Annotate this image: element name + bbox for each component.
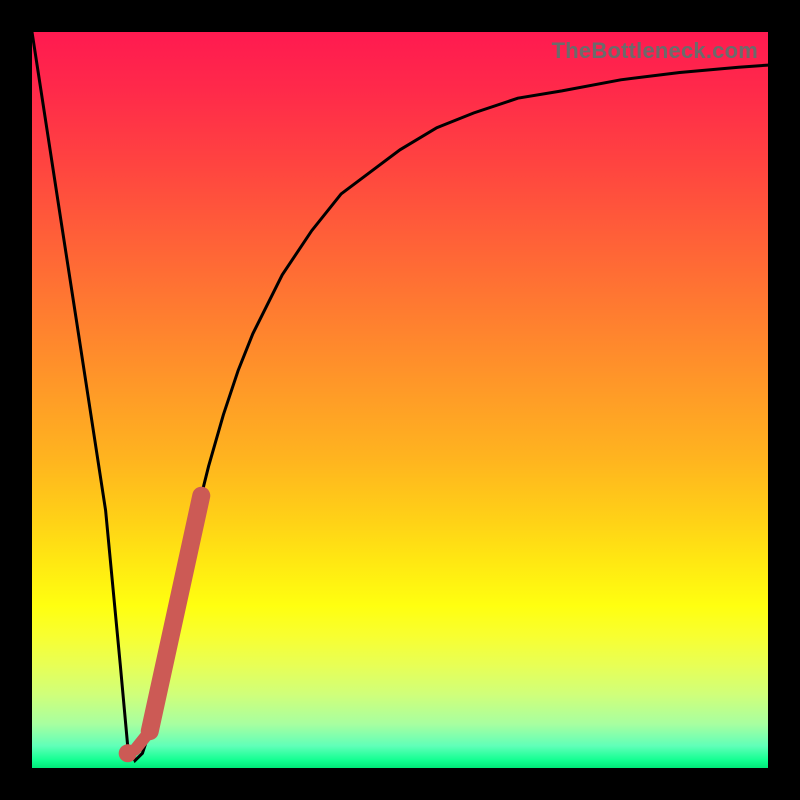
highlight-dot [119,744,137,762]
highlight-segment [150,496,202,732]
plot-area: TheBottleneck.com [32,32,768,768]
bottleneck-curve [32,32,768,761]
highlight-tail [135,731,150,749]
chart-frame: TheBottleneck.com [0,0,800,800]
chart-svg [32,32,768,768]
